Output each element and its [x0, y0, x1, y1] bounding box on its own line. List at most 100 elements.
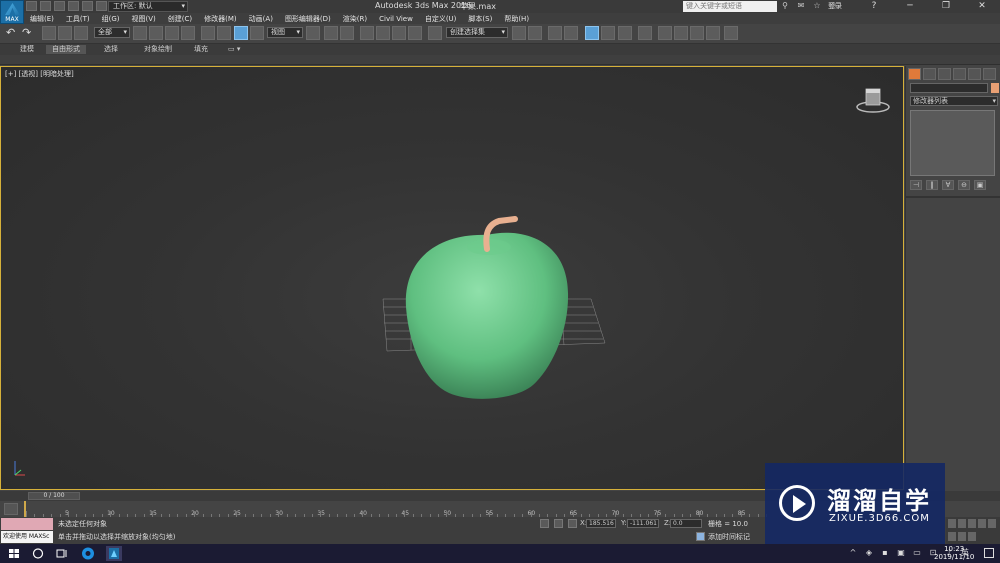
rendered-frame-icon[interactable] [674, 26, 688, 40]
menu-tools[interactable]: 工具(T) [60, 14, 96, 24]
search-icon[interactable]: ⚲ [780, 1, 790, 11]
mini-curve-editor-icon[interactable] [4, 503, 18, 515]
tab-freeform[interactable]: 自由形式 [46, 45, 86, 54]
keyboard-shortcut-icon[interactable] [340, 26, 354, 40]
graphite-toggle-icon[interactable] [585, 26, 599, 40]
app-tray-icon[interactable]: ▣ [896, 548, 906, 558]
create-tab-icon[interactable] [908, 68, 921, 80]
task-view-icon[interactable] [54, 546, 70, 561]
snap-toggle-icon[interactable] [360, 26, 374, 40]
object-color-swatch[interactable] [991, 83, 999, 93]
tab-selection[interactable]: 选择 [98, 45, 124, 54]
zoom-extents-all-icon[interactable] [978, 519, 986, 528]
workspace-dropdown[interactable]: 工作区: 默认 [108, 1, 188, 12]
time-tag-icon[interactable] [696, 532, 705, 541]
x-coordinate-field[interactable]: 185.516 [586, 519, 616, 528]
login-link[interactable]: 登录 [828, 1, 842, 11]
menu-edit[interactable]: 编辑(E) [24, 14, 60, 24]
browser-app-icon[interactable] [80, 546, 96, 561]
render-setup-icon[interactable] [658, 26, 672, 40]
link-icon[interactable] [42, 26, 56, 40]
percent-snap-icon[interactable] [392, 26, 406, 40]
configure-modifier-sets-icon[interactable]: ▣ [974, 180, 986, 190]
search-input[interactable]: 键入关键字或短语 [683, 1, 777, 12]
angle-snap-icon[interactable] [376, 26, 390, 40]
menu-animation[interactable]: 动画(A) [243, 14, 279, 24]
menu-civil-view[interactable]: Civil View [373, 15, 419, 23]
select-manipulate-icon[interactable] [324, 26, 338, 40]
nvidia-icon[interactable]: ▪ [880, 548, 890, 558]
pivot-center-icon[interactable] [306, 26, 320, 40]
show-end-result-icon[interactable]: ‖ [926, 180, 938, 190]
redo-icon[interactable] [82, 1, 93, 11]
project-folder-icon[interactable] [96, 1, 107, 11]
display-tab-icon[interactable] [968, 68, 981, 80]
selection-filter-dropdown[interactable]: 全部 [94, 27, 130, 38]
time-slider-handle[interactable]: 0 / 100 [28, 492, 80, 500]
apple-scene[interactable] [1, 67, 905, 491]
a360-render-icon[interactable] [724, 26, 738, 40]
material-editor-icon[interactable] [638, 26, 652, 40]
subscription-icon[interactable]: ✉ [796, 1, 806, 11]
scale-icon[interactable] [234, 26, 248, 40]
close-button[interactable]: ✕ [964, 0, 1000, 13]
zoom-extents-icon[interactable] [968, 519, 976, 528]
motion-tab-icon[interactable] [953, 68, 966, 80]
zoom-all-icon[interactable] [958, 519, 966, 528]
unlink-icon[interactable] [58, 26, 72, 40]
zoom-icon[interactable] [948, 519, 956, 528]
rectangular-selection-icon[interactable] [165, 26, 179, 40]
pin-stack-icon[interactable]: ⊣ [910, 180, 922, 190]
spinner-snap-icon[interactable] [408, 26, 422, 40]
menu-customize[interactable]: 自定义(U) [419, 14, 463, 24]
pan-icon[interactable] [948, 531, 956, 541]
battery-icon[interactable]: ▭ [912, 548, 922, 558]
maximize-button[interactable]: ❐ [928, 0, 964, 13]
bind-space-warp-icon[interactable] [74, 26, 88, 40]
undo-icon[interactable] [68, 1, 79, 11]
object-name-field[interactable] [910, 83, 988, 93]
tab-modeling[interactable]: 建模 [14, 45, 40, 54]
search-icon[interactable] [30, 546, 46, 561]
align-icon[interactable] [528, 26, 542, 40]
render-iterative-icon[interactable] [706, 26, 720, 40]
app-menu-button[interactable]: MAX [0, 0, 24, 24]
ribbon-options-icon[interactable]: ▭ ▾ [222, 45, 246, 54]
tab-populate[interactable]: 填充 [188, 45, 214, 54]
modifier-list-dropdown[interactable]: 修改器列表 [910, 96, 998, 106]
mirror-icon[interactable] [512, 26, 526, 40]
lock-selection-icon[interactable] [540, 519, 549, 528]
add-time-tag-button[interactable]: 添加时间标记 [708, 532, 750, 542]
utilities-tab-icon[interactable] [983, 68, 996, 80]
make-unique-icon[interactable]: ∀ [942, 180, 954, 190]
help-button[interactable]: ? [856, 0, 892, 13]
orbit-icon[interactable] [958, 531, 966, 541]
modifier-stack[interactable] [910, 110, 995, 176]
placement-icon[interactable] [250, 26, 264, 40]
reference-coordinate-dropdown[interactable]: 视图 [267, 27, 303, 38]
menu-modifiers[interactable]: 修改器(M) [198, 14, 243, 24]
select-object-icon[interactable] [133, 26, 147, 40]
menu-graph-editors[interactable]: 图形编辑器(D) [279, 14, 337, 24]
menu-group[interactable]: 组(G) [96, 14, 126, 24]
maximize-viewport-icon[interactable] [968, 531, 976, 541]
schematic-view-icon[interactable] [618, 26, 632, 40]
undo-icon[interactable]: ↶ [6, 26, 20, 40]
menu-views[interactable]: 视图(V) [126, 14, 162, 24]
notifications-icon[interactable] [984, 548, 994, 558]
tray-expand-icon[interactable]: ^ [848, 548, 858, 558]
menu-scripting[interactable]: 脚本(S) [462, 14, 498, 24]
rotate-icon[interactable] [217, 26, 231, 40]
security-icon[interactable]: ◈ [864, 548, 874, 558]
windows-start-icon[interactable] [6, 546, 22, 561]
open-file-icon[interactable] [40, 1, 51, 11]
field-of-view-icon[interactable] [988, 519, 996, 528]
layer-explorer-icon[interactable] [564, 26, 578, 40]
render-production-icon[interactable] [690, 26, 704, 40]
frame-ruler[interactable]: 51015202530354045505560657075808590 [24, 501, 787, 517]
move-icon[interactable] [201, 26, 215, 40]
maxscript-mini-listener[interactable]: 欢迎使用 MAXSc [1, 531, 53, 543]
redo-icon[interactable]: ↷ [22, 26, 36, 40]
menu-help[interactable]: 帮助(H) [498, 14, 535, 24]
hierarchy-tab-icon[interactable] [938, 68, 951, 80]
